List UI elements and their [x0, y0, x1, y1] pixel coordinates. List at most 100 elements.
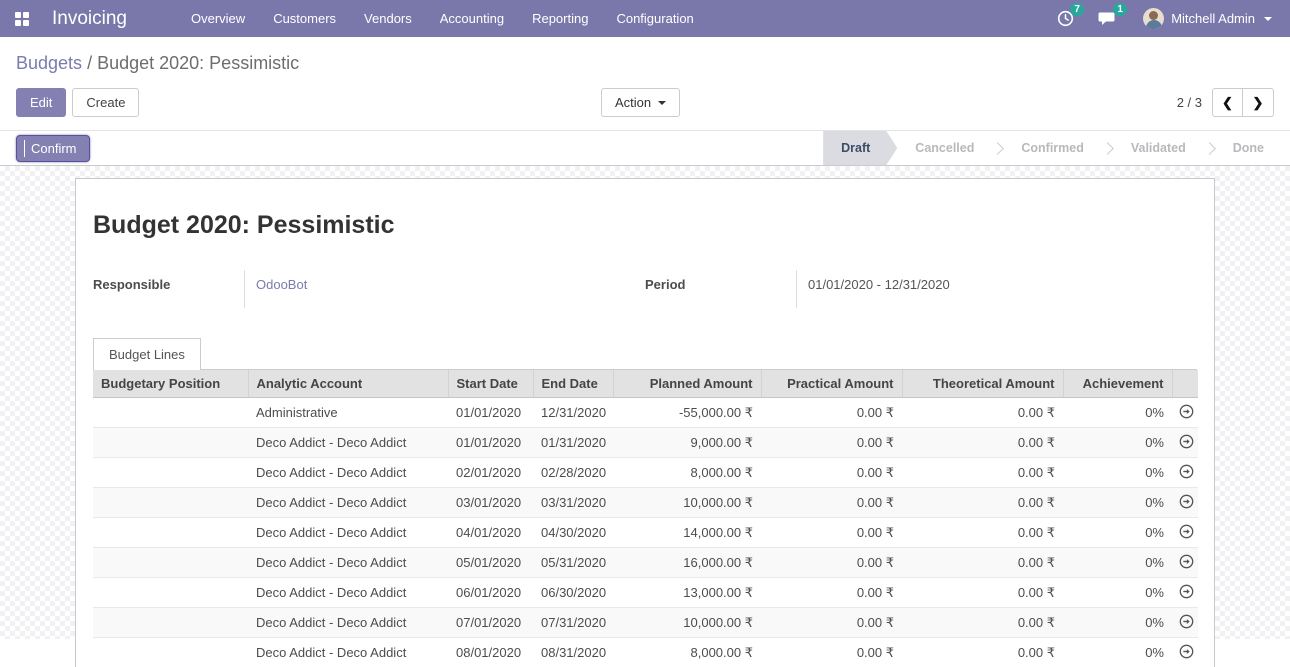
edit-button[interactable]: Edit — [16, 88, 66, 117]
cell-practical-amount[interactable]: 0.00 ₹ — [761, 608, 902, 638]
cell-entries-action[interactable] — [1172, 548, 1198, 578]
nav-menu-item[interactable]: Accounting — [426, 0, 518, 37]
cell-start-date[interactable]: 08/01/2020 — [448, 638, 533, 667]
budget-line-row[interactable]: Deco Addict - Deco Addict 03/01/2020 03/… — [93, 488, 1198, 518]
user-menu[interactable]: Mitchell Admin — [1129, 8, 1276, 29]
cell-theoretical-amount[interactable]: 0.00 ₹ — [902, 398, 1063, 428]
budget-line-row[interactable]: Deco Addict - Deco Addict 05/01/2020 05/… — [93, 548, 1198, 578]
confirm-button[interactable]: Confirm — [16, 135, 90, 162]
cell-theoretical-amount[interactable]: 0.00 ₹ — [902, 458, 1063, 488]
budget-line-row[interactable]: Deco Addict - Deco Addict 02/01/2020 02/… — [93, 458, 1198, 488]
cell-achievement[interactable]: 0% — [1063, 518, 1172, 548]
cell-practical-amount[interactable]: 0.00 ₹ — [761, 638, 902, 667]
column-header-budgetary-position[interactable]: Budgetary Position — [93, 370, 248, 398]
budget-line-row[interactable]: Deco Addict - Deco Addict 01/01/2020 01/… — [93, 428, 1198, 458]
cell-theoretical-amount[interactable]: 0.00 ₹ — [902, 638, 1063, 667]
cell-end-date[interactable]: 07/31/2020 — [533, 608, 613, 638]
cell-start-date[interactable]: 04/01/2020 — [448, 518, 533, 548]
cell-practical-amount[interactable]: 0.00 ₹ — [761, 518, 902, 548]
nav-menu-item[interactable]: Reporting — [518, 0, 602, 37]
column-header-practical-amount[interactable]: Practical Amount — [761, 370, 902, 398]
cell-start-date[interactable]: 01/01/2020 — [448, 398, 533, 428]
cell-analytic-account[interactable]: Deco Addict - Deco Addict — [248, 578, 448, 608]
create-button[interactable]: Create — [72, 88, 139, 117]
cell-achievement[interactable]: 0% — [1063, 608, 1172, 638]
column-header-theoretical-amount[interactable]: Theoretical Amount — [902, 370, 1063, 398]
cell-theoretical-amount[interactable]: 0.00 ₹ — [902, 608, 1063, 638]
cell-entries-action[interactable] — [1172, 458, 1198, 488]
cell-theoretical-amount[interactable]: 0.00 ₹ — [902, 578, 1063, 608]
apps-menu-button[interactable] — [0, 0, 44, 37]
cell-planned-amount[interactable]: 10,000.00 ₹ — [613, 488, 761, 518]
cell-planned-amount[interactable]: 14,000.00 ₹ — [613, 518, 761, 548]
cell-budgetary-position[interactable] — [93, 398, 248, 428]
breadcrumb-parent[interactable]: Budgets — [16, 53, 82, 73]
budget-line-row[interactable]: Deco Addict - Deco Addict 04/01/2020 04/… — [93, 518, 1198, 548]
cell-budgetary-position[interactable] — [93, 638, 248, 667]
cell-theoretical-amount[interactable]: 0.00 ₹ — [902, 548, 1063, 578]
cell-budgetary-position[interactable] — [93, 578, 248, 608]
nav-menu-item[interactable]: Vendors — [350, 0, 426, 37]
cell-end-date[interactable]: 03/31/2020 — [533, 488, 613, 518]
cell-entries-action[interactable] — [1172, 608, 1198, 638]
cell-theoretical-amount[interactable]: 0.00 ₹ — [902, 428, 1063, 458]
column-header-analytic-account[interactable]: Analytic Account — [248, 370, 448, 398]
cell-start-date[interactable]: 07/01/2020 — [448, 608, 533, 638]
cell-entries-action[interactable] — [1172, 428, 1198, 458]
cell-end-date[interactable]: 01/31/2020 — [533, 428, 613, 458]
cell-achievement[interactable]: 0% — [1063, 398, 1172, 428]
stage-done[interactable]: Done — [1215, 131, 1282, 165]
cell-end-date[interactable]: 06/30/2020 — [533, 578, 613, 608]
cell-planned-amount[interactable]: 8,000.00 ₹ — [613, 458, 761, 488]
cell-practical-amount[interactable]: 0.00 ₹ — [761, 548, 902, 578]
cell-achievement[interactable]: 0% — [1063, 638, 1172, 667]
tab-budget-lines[interactable]: Budget Lines — [93, 338, 201, 370]
cell-analytic-account[interactable]: Deco Addict - Deco Addict — [248, 458, 448, 488]
cell-entries-action[interactable] — [1172, 518, 1198, 548]
cell-end-date[interactable]: 05/31/2020 — [533, 548, 613, 578]
cell-practical-amount[interactable]: 0.00 ₹ — [761, 488, 902, 518]
cell-analytic-account[interactable]: Deco Addict - Deco Addict — [248, 638, 448, 667]
cell-budgetary-position[interactable] — [93, 518, 248, 548]
nav-menu-item[interactable]: Customers — [259, 0, 350, 37]
cell-start-date[interactable]: 03/01/2020 — [448, 488, 533, 518]
cell-planned-amount[interactable]: 10,000.00 ₹ — [613, 608, 761, 638]
stage-confirmed[interactable]: Confirmed — [1003, 131, 1102, 165]
budget-line-row[interactable]: Deco Addict - Deco Addict 08/01/2020 08/… — [93, 638, 1198, 667]
cell-budgetary-position[interactable] — [93, 458, 248, 488]
cell-analytic-account[interactable]: Deco Addict - Deco Addict — [248, 428, 448, 458]
cell-practical-amount[interactable]: 0.00 ₹ — [761, 578, 902, 608]
cell-achievement[interactable]: 0% — [1063, 578, 1172, 608]
cell-end-date[interactable]: 02/28/2020 — [533, 458, 613, 488]
cell-planned-amount[interactable]: 16,000.00 ₹ — [613, 548, 761, 578]
cell-analytic-account[interactable]: Deco Addict - Deco Addict — [248, 488, 448, 518]
cell-entries-action[interactable] — [1172, 578, 1198, 608]
cell-achievement[interactable]: 0% — [1063, 428, 1172, 458]
cell-theoretical-amount[interactable]: 0.00 ₹ — [902, 518, 1063, 548]
cell-analytic-account[interactable]: Deco Addict - Deco Addict — [248, 608, 448, 638]
responsible-value[interactable]: OdooBot — [244, 270, 645, 308]
cell-entries-action[interactable] — [1172, 638, 1198, 667]
cell-end-date[interactable]: 04/30/2020 — [533, 518, 613, 548]
cell-budgetary-position[interactable] — [93, 608, 248, 638]
column-header-planned-amount[interactable]: Planned Amount — [613, 370, 761, 398]
column-header-start-date[interactable]: Start Date — [448, 370, 533, 398]
cell-budgetary-position[interactable] — [93, 488, 248, 518]
cell-planned-amount[interactable]: 13,000.00 ₹ — [613, 578, 761, 608]
cell-practical-amount[interactable]: 0.00 ₹ — [761, 398, 902, 428]
stage-validated[interactable]: Validated — [1113, 131, 1204, 165]
cell-start-date[interactable]: 05/01/2020 — [448, 548, 533, 578]
cell-start-date[interactable]: 06/01/2020 — [448, 578, 533, 608]
cell-start-date[interactable]: 02/01/2020 — [448, 458, 533, 488]
stage-cancelled[interactable]: Cancelled — [897, 131, 992, 165]
budget-line-row[interactable]: Deco Addict - Deco Addict 07/01/2020 07/… — [93, 608, 1198, 638]
cell-planned-amount[interactable]: 9,000.00 ₹ — [613, 428, 761, 458]
column-header-end-date[interactable]: End Date — [533, 370, 613, 398]
cell-entries-action[interactable] — [1172, 488, 1198, 518]
nav-menu-item[interactable]: Overview — [177, 0, 259, 37]
cell-entries-action[interactable] — [1172, 398, 1198, 428]
cell-achievement[interactable]: 0% — [1063, 458, 1172, 488]
cell-practical-amount[interactable]: 0.00 ₹ — [761, 458, 902, 488]
stage-draft[interactable]: Draft — [823, 131, 897, 165]
column-header-achievement[interactable]: Achievement — [1063, 370, 1172, 398]
